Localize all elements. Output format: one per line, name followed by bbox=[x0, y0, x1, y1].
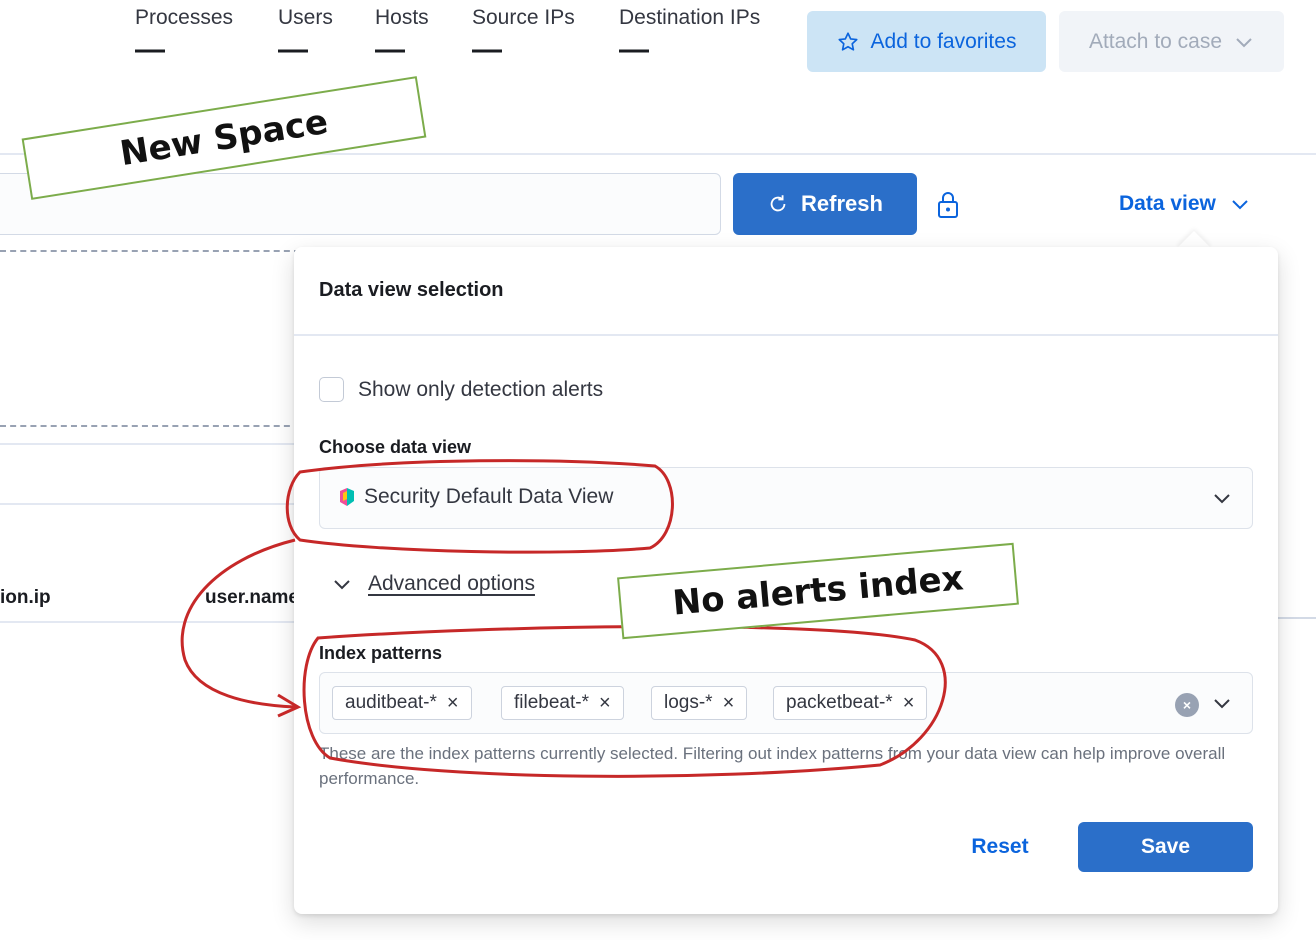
stat-hosts: Hosts — bbox=[375, 6, 429, 66]
advanced-options-toggle[interactable]: Advanced options bbox=[332, 572, 535, 596]
index-pattern-pill: filebeat-* × bbox=[501, 686, 624, 720]
row-divider bbox=[1278, 617, 1316, 619]
stat-label: Source IPs bbox=[472, 6, 575, 29]
row-divider bbox=[0, 443, 300, 445]
stat-value: — bbox=[375, 33, 405, 66]
remove-icon[interactable]: × bbox=[447, 692, 459, 715]
chevron-down-icon bbox=[1232, 200, 1248, 210]
index-patterns-help-text: These are the index patterns currently s… bbox=[319, 744, 1226, 788]
table-header-divider bbox=[0, 621, 300, 623]
index-pattern-pill: logs-* × bbox=[651, 686, 748, 720]
index-pattern-label: auditbeat-* bbox=[345, 692, 437, 713]
stat-source-ips: Source IPs — bbox=[472, 6, 575, 66]
stat-processes: Processes — bbox=[135, 6, 234, 66]
stat-value: — bbox=[135, 33, 165, 66]
security-logo-icon bbox=[340, 488, 354, 506]
clear-icon[interactable]: × bbox=[1175, 693, 1199, 717]
column-header-ip[interactable]: ion.ip bbox=[0, 587, 51, 609]
index-pattern-pill: auditbeat-* × bbox=[332, 686, 472, 720]
reset-button[interactable]: Reset bbox=[954, 824, 1046, 870]
save-button[interactable]: Save bbox=[1078, 822, 1253, 872]
chevron-down-icon bbox=[334, 580, 350, 590]
dashed-divider bbox=[0, 250, 300, 252]
attach-to-case-button[interactable]: Attach to case bbox=[1059, 11, 1284, 72]
remove-icon[interactable]: × bbox=[723, 692, 735, 715]
dashed-divider bbox=[0, 425, 300, 427]
detection-alerts-checkbox-row[interactable]: Show only detection alerts bbox=[319, 377, 603, 402]
selected-data-view: Security Default Data View bbox=[338, 485, 613, 509]
stat-value: — bbox=[278, 33, 308, 66]
attach-to-case-label: Attach to case bbox=[1088, 29, 1223, 53]
add-to-favorites-label: Add to favorites bbox=[870, 29, 1017, 53]
stat-users: Users — bbox=[278, 6, 333, 66]
data-view-select[interactable]: Security Default Data View bbox=[319, 467, 1253, 529]
index-pattern-pill: packetbeat-* × bbox=[773, 686, 928, 720]
stat-value: — bbox=[472, 33, 502, 66]
stat-label: Destination IPs bbox=[619, 6, 761, 29]
star-icon bbox=[837, 31, 858, 51]
index-pattern-label: packetbeat-* bbox=[786, 692, 893, 713]
remove-icon[interactable]: × bbox=[599, 692, 611, 715]
chevron-down-icon bbox=[1214, 494, 1230, 504]
stat-value: — bbox=[619, 33, 649, 66]
remove-icon[interactable]: × bbox=[903, 692, 915, 715]
refresh-button[interactable]: Refresh bbox=[733, 173, 917, 235]
detection-alerts-checkbox[interactable] bbox=[319, 377, 344, 402]
refresh-label: Refresh bbox=[801, 191, 883, 216]
popover-divider bbox=[294, 334, 1278, 336]
data-view-label: Data view bbox=[1119, 192, 1216, 215]
lock-icon[interactable] bbox=[934, 190, 962, 220]
stats-bar: Processes — Users — Hosts — Source IPs —… bbox=[0, 0, 800, 90]
chevron-down-icon[interactable] bbox=[1212, 693, 1232, 713]
index-pattern-label: logs-* bbox=[664, 692, 713, 713]
stat-label: Processes bbox=[135, 6, 234, 29]
add-to-favorites-button[interactable]: Add to favorites bbox=[807, 11, 1046, 72]
popover-title: Data view selection bbox=[319, 279, 504, 301]
index-patterns-label: Index patterns bbox=[319, 643, 443, 663]
refresh-icon bbox=[770, 195, 786, 212]
stat-label: Users bbox=[278, 6, 333, 29]
stat-label: Hosts bbox=[375, 6, 429, 29]
stat-destination-ips: Destination IPs — bbox=[619, 6, 761, 66]
row-divider bbox=[0, 503, 300, 505]
selected-data-view-label: Security Default Data View bbox=[364, 485, 614, 508]
index-patterns-combobox[interactable]: auditbeat-* × filebeat-* × logs-* × pack… bbox=[319, 672, 1253, 734]
detection-alerts-label[interactable]: Show only detection alerts bbox=[358, 378, 603, 402]
data-view-button[interactable]: Data view bbox=[1119, 188, 1250, 220]
connector-arrow bbox=[180, 538, 296, 709]
index-pattern-label: filebeat-* bbox=[514, 692, 589, 713]
choose-data-view-label: Choose data view bbox=[319, 437, 472, 457]
chevron-down-icon bbox=[1236, 37, 1252, 47]
advanced-options-label[interactable]: Advanced options bbox=[368, 572, 535, 596]
column-header-user-name[interactable]: user.name bbox=[205, 587, 299, 609]
